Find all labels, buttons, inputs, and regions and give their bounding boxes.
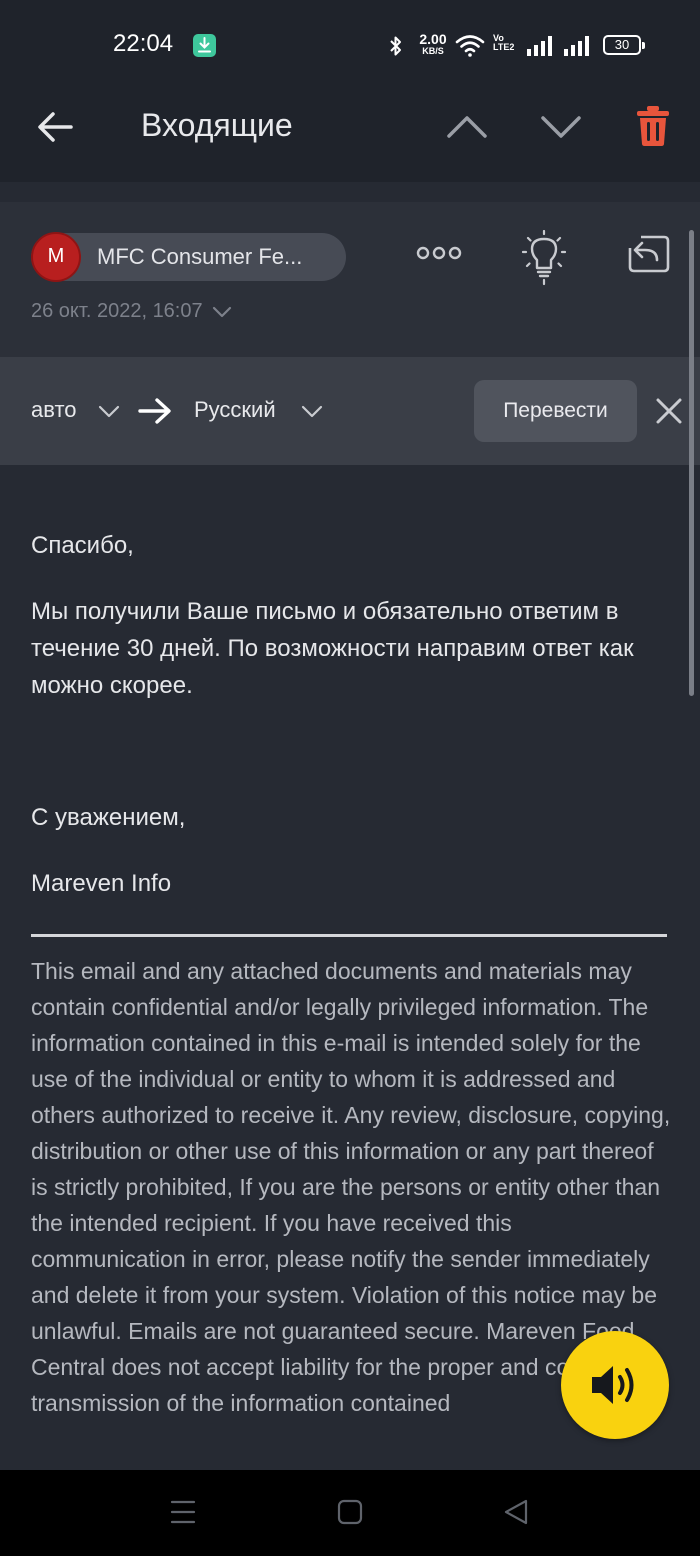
menu-icon[interactable]: [170, 1499, 196, 1525]
chevron-down-icon: [301, 405, 323, 418]
download-icon: [193, 34, 216, 57]
translate-button[interactable]: Перевести: [474, 380, 637, 442]
divider: [0, 182, 700, 202]
status-bar: 22:04 2.00 KB/S Vo LTE2 30: [0, 0, 700, 90]
back-triangle-icon[interactable]: [503, 1499, 529, 1525]
speaker-icon: [592, 1366, 634, 1404]
signal-icon-sim2: [564, 36, 589, 56]
more-icon[interactable]: [416, 245, 462, 261]
trash-icon[interactable]: [636, 105, 670, 147]
greeting: Спасибо,: [31, 532, 134, 559]
speak-button[interactable]: [561, 1331, 669, 1439]
app-bar: Входящие: [0, 90, 700, 182]
network-speed: 2.00 KB/S: [419, 31, 447, 56]
chevron-up-icon[interactable]: [446, 112, 488, 140]
battery-level: 30: [614, 37, 630, 52]
message-header: M MFC Consumer Fe... 26 окт. 2022, 16:07: [0, 202, 700, 357]
chevron-down-icon[interactable]: [540, 112, 582, 140]
wifi-icon: [455, 35, 485, 57]
sender-name: MFC Consumer Fe...: [97, 244, 303, 269]
target-language: Русский: [194, 397, 276, 422]
arrow-left-icon[interactable]: [36, 110, 74, 144]
reply-icon[interactable]: [627, 232, 671, 276]
closing: С уважением,: [31, 804, 186, 831]
chevron-down-icon: [213, 306, 232, 317]
system-nav-bar: [0, 1470, 700, 1556]
battery-icon: 30: [603, 35, 645, 55]
message-date[interactable]: 26 окт. 2022, 16:07: [31, 300, 232, 323]
message-body: Спасибо, Мы получили Ваше письмо и обяза…: [0, 465, 700, 1470]
volte-indicator: Vo LTE2: [493, 33, 515, 53]
arrow-right-icon: [138, 398, 171, 424]
scrollbar[interactable]: [689, 230, 694, 696]
chevron-down-icon: [98, 405, 120, 418]
close-icon[interactable]: [655, 397, 683, 425]
sender-chip[interactable]: M MFC Consumer Fe...: [31, 232, 346, 282]
home-square-icon[interactable]: [337, 1499, 363, 1525]
signature: Mareven Info: [31, 870, 172, 897]
translate-bar: авто Русский Перевести: [0, 357, 700, 465]
body-text: Мы получили Ваше письмо и обязательно от…: [31, 598, 634, 699]
signal-icon-sim1: [527, 36, 552, 56]
status-time: 22:04: [113, 30, 174, 57]
signature-divider: [31, 934, 667, 937]
lightbulb-icon[interactable]: [522, 230, 566, 286]
avatar-initial: M: [47, 245, 65, 267]
page-title: Входящие: [141, 107, 293, 143]
bluetooth-icon: [390, 36, 401, 56]
avatar: M: [31, 232, 81, 282]
source-language: авто: [31, 397, 77, 422]
